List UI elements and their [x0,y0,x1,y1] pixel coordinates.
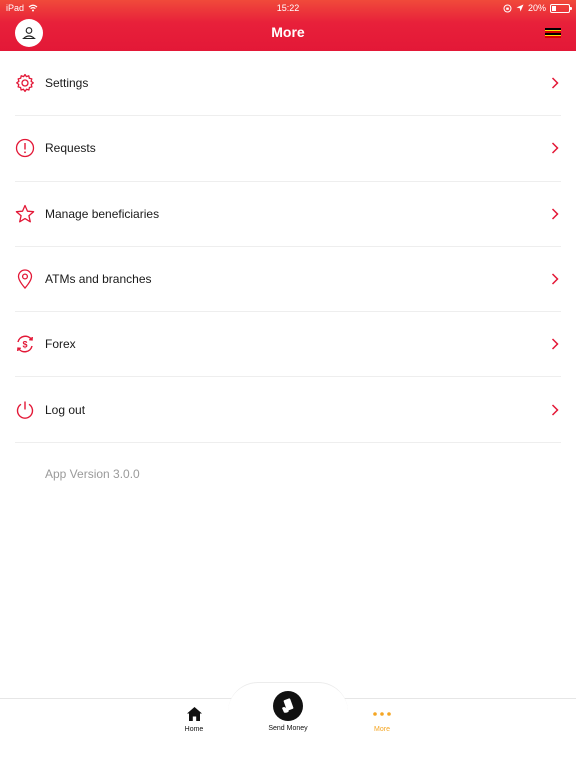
home-icon [186,707,202,721]
chevron-right-icon [551,273,559,285]
menu-item-atms-branches[interactable]: ATMs and branches [15,247,561,313]
star-icon [15,204,35,224]
tab-more[interactable]: More [362,706,402,733]
battery-percent: 20% [527,3,546,13]
orientation-lock-icon [503,4,512,12]
send-money-icon [273,691,303,721]
status-bar: iPad 15:22 20% [0,0,576,16]
location-arrow-icon [516,4,524,12]
menu-item-forex[interactable]: $ Forex [15,312,561,378]
exclamation-circle-icon [15,138,35,158]
battery-icon [550,3,572,13]
more-dots-icon [373,712,391,716]
svg-text:$: $ [22,340,27,350]
app-version-label: App Version 3.0.0 [45,467,140,481]
menu-item-label: Requests [45,141,96,156]
app-header: iPad 15:22 20% More [0,0,576,51]
currency-exchange-icon: $ [15,334,35,354]
more-menu: Settings Requests Manage beneficiaries A… [15,51,561,443]
menu-item-log-out[interactable]: Log out [15,377,561,443]
chevron-right-icon [551,142,559,154]
menu-item-label: Settings [45,76,89,91]
gear-icon [15,73,35,93]
chevron-right-icon [551,208,559,220]
menu-item-label: Forex [45,337,76,352]
power-icon [15,400,35,420]
menu-item-manage-beneficiaries[interactable]: Manage beneficiaries [15,182,561,247]
chevron-right-icon [551,338,559,350]
chevron-right-icon [551,404,559,416]
tab-label: Home [184,726,204,733]
menu-item-label: Manage beneficiaries [45,206,160,221]
tab-label: Send Money [268,725,308,732]
menu-item-label: Log out [45,402,86,417]
menu-item-label: ATMs and branches [45,272,152,287]
tab-label: More [374,726,390,733]
chevron-right-icon [551,77,559,89]
page-title: More [271,24,305,40]
location-pin-icon [15,269,35,289]
tab-send-money[interactable]: Send Money [258,691,318,732]
tab-home[interactable]: Home [174,706,214,733]
menu-item-settings[interactable]: Settings [15,51,561,117]
uganda-flag-icon[interactable] [545,28,561,39]
status-time: 15:22 [276,3,300,13]
menu-item-requests[interactable]: Requests [15,116,561,182]
status-right: 20% [503,0,572,16]
